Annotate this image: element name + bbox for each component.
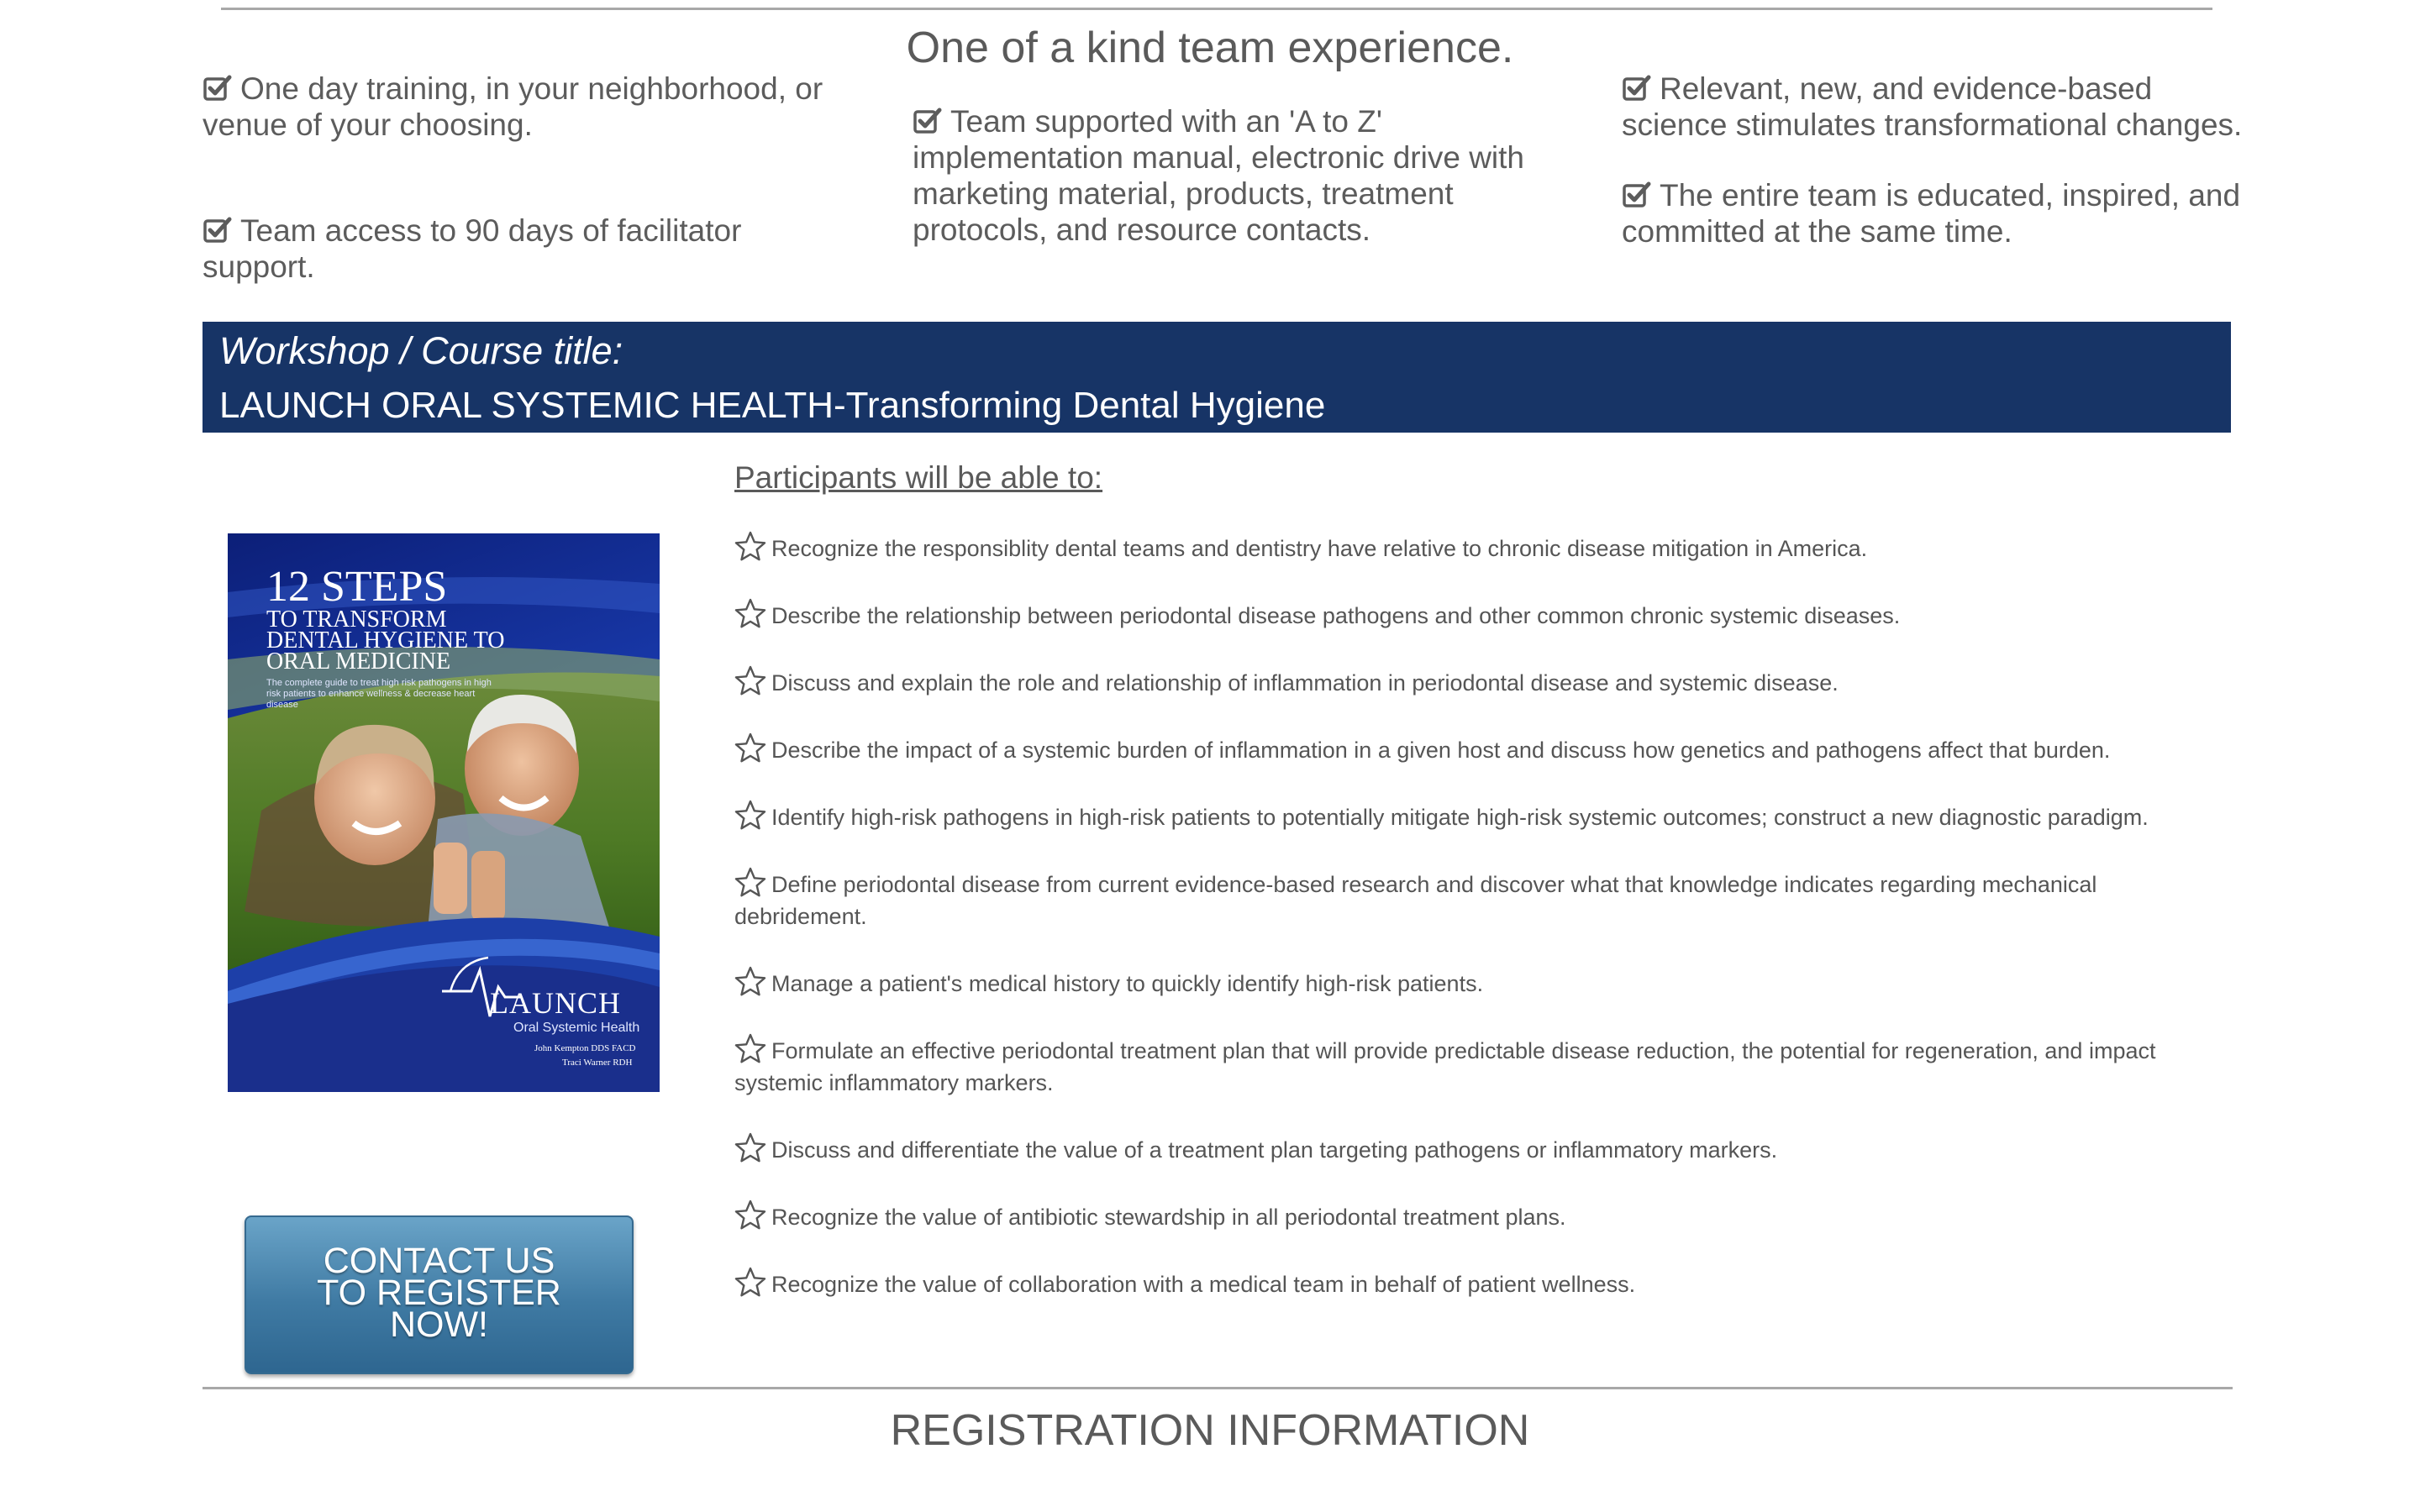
star-outline-icon (734, 1033, 766, 1063)
feature-text: One day training, in your neighborhood, … (203, 71, 823, 142)
feature-item: Team access to 90 days of facilitator su… (203, 213, 841, 285)
objective-item: Recognize the responsiblity dental teams… (734, 531, 2222, 564)
objective-text: Describe the relationship between period… (771, 603, 1901, 628)
star-outline-icon (734, 867, 766, 897)
objective-text: Recognize the value of collaboration wit… (771, 1272, 1636, 1297)
book-title: 12 Steps to Transform Dental Hygiene to … (266, 563, 504, 675)
objective-item: Define periodontal disease from current … (734, 867, 2222, 932)
book-subtitle: The complete guide to treat high risk pa… (266, 678, 492, 710)
star-outline-icon (734, 598, 766, 628)
book-brand-sub: Oral Systemic Health (513, 1021, 640, 1035)
star-outline-icon (734, 732, 766, 763)
feature-item: Team supported with an 'A to Z' implemen… (913, 103, 1551, 248)
contact-register-button[interactable]: CONTACT US TO REGISTER NOW! (245, 1215, 634, 1374)
objective-item: Identify high-risk pathogens in high-ris… (734, 800, 2222, 833)
star-outline-icon (734, 800, 766, 830)
book-cover-image: 12 Steps to Transform Dental Hygiene to … (228, 533, 660, 1092)
book-title-line: 12 Steps (266, 563, 448, 611)
bottom-divider (203, 1387, 2233, 1389)
book-brand: LAUNCH (490, 986, 621, 1020)
objective-item: Discuss and differentiate the value of a… (734, 1132, 2222, 1166)
feature-text: Team supported with an 'A to Z' implemen… (913, 104, 1525, 247)
feature-text: The entire team is educated, inspired, a… (1622, 178, 2241, 249)
objective-text: Identify high-risk pathogens in high-ris… (771, 805, 2149, 830)
objective-text: Recognize the responsiblity dental teams… (771, 536, 1868, 561)
book-author: John Kempton DDS FACD (534, 1043, 636, 1053)
course-label: Workshop / Course title: (219, 329, 623, 372)
objective-text: Define periodontal disease from current … (734, 872, 2097, 929)
participants-heading: Participants will be able to: (734, 460, 1103, 495)
objective-text: Describe the impact of a systemic burden… (771, 738, 2111, 763)
objective-item: Recognize the value of antibiotic stewar… (734, 1200, 2222, 1233)
check-square-icon (1623, 75, 1651, 101)
star-outline-icon (734, 1267, 766, 1297)
objective-item: Discuss and explain the role and relatio… (734, 665, 2222, 699)
check-square-icon (913, 108, 942, 134)
star-outline-icon (734, 665, 766, 696)
star-outline-icon (734, 1132, 766, 1163)
feature-text: Relevant, new, and evidence-based scienc… (1622, 71, 2243, 142)
experience-heading: One of a kind team experience. (906, 24, 1514, 72)
feature-item: Relevant, new, and evidence-based scienc… (1622, 71, 2252, 143)
course-title: LAUNCH ORAL SYSTEMIC HEALTH-Transforming… (219, 385, 1326, 426)
objective-item: Describe the impact of a systemic burden… (734, 732, 2222, 766)
top-divider (221, 8, 2212, 10)
book-title-line: Oral Medicine (266, 648, 451, 675)
feature-text: Team access to 90 days of facilitator su… (203, 213, 742, 284)
star-outline-icon (734, 966, 766, 996)
course-title-banner: Workshop / Course title: LAUNCH ORAL SYS… (203, 322, 2231, 433)
objective-text: Discuss and explain the role and relatio… (771, 670, 1839, 696)
registration-heading: REGISTRATION INFORMATION (890, 1406, 1530, 1455)
objective-text: Manage a patient's medical history to qu… (771, 971, 1484, 996)
feature-item: One day training, in your neighborhood, … (203, 71, 841, 143)
book-author: Traci Warner RDH (562, 1058, 633, 1068)
feature-item: The entire team is educated, inspired, a… (1622, 177, 2252, 249)
objective-text: Discuss and differentiate the value of a… (771, 1137, 1778, 1163)
star-outline-icon (734, 531, 766, 561)
objective-item: Recognize the value of collaboration wit… (734, 1267, 2222, 1300)
objective-item: Manage a patient's medical history to qu… (734, 966, 2222, 1000)
objective-item: Describe the relationship between period… (734, 598, 2222, 632)
cta-line: NOW! (389, 1305, 489, 1345)
check-square-icon (203, 217, 232, 243)
objectives-list: Recognize the responsiblity dental teams… (734, 531, 2222, 1300)
star-outline-icon (734, 1200, 766, 1230)
objective-item: Formulate an effective periodontal treat… (734, 1033, 2222, 1099)
check-square-icon (203, 75, 232, 101)
objective-text: Formulate an effective periodontal treat… (734, 1038, 2156, 1095)
check-square-icon (1623, 181, 1651, 207)
objective-text: Recognize the value of antibiotic stewar… (771, 1205, 1566, 1230)
